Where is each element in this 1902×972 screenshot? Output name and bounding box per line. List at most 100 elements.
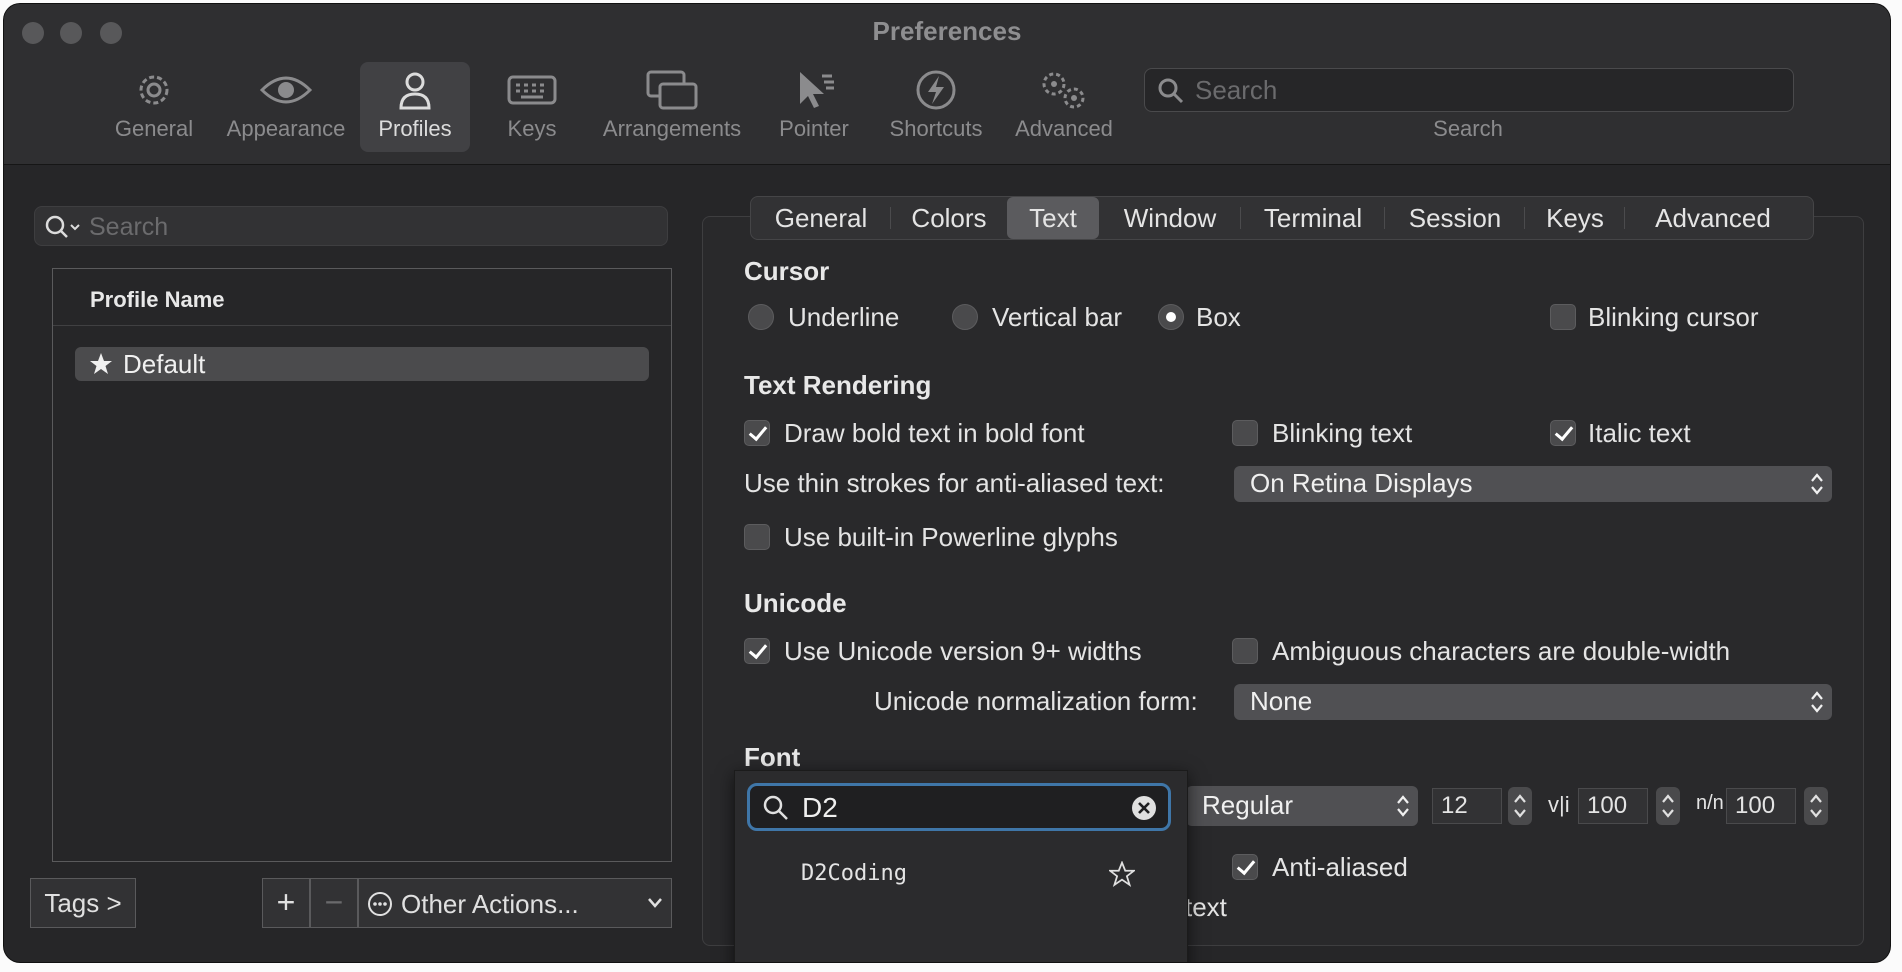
add-profile-button[interactable]: + <box>262 878 310 928</box>
anti-aliased-label: Anti-aliased <box>1272 852 1408 882</box>
horizontal-spacing-field[interactable]: 100 <box>1578 788 1648 824</box>
ellipsis-circle-icon <box>368 892 392 916</box>
profile-row-label: Default <box>123 349 206 379</box>
horizontal-spacing-stepper[interactable] <box>1656 787 1680 825</box>
unicode-v9-checkbox[interactable] <box>744 638 770 664</box>
clear-icon[interactable] <box>1130 794 1158 822</box>
profile-name-column-header: Profile Name <box>90 287 225 312</box>
italic-text-label: Italic text <box>1588 418 1691 448</box>
ambiguous-width-checkbox[interactable] <box>1232 638 1258 664</box>
stepper-arrows-icon <box>1514 794 1526 818</box>
lightning-icon <box>876 70 996 110</box>
cursor-underline-radio[interactable] <box>748 304 774 330</box>
toolbar-advanced-label: Advanced <box>1015 116 1113 141</box>
toolbar: Preferences General Appearance Profiles … <box>4 4 1890 165</box>
font-size-stepper[interactable] <box>1508 787 1532 825</box>
toolbar-pointer[interactable]: Pointer <box>766 62 862 152</box>
keyboard-icon <box>484 70 580 110</box>
vertical-spacing-field[interactable]: 100 <box>1726 788 1796 824</box>
toolbar-search-field[interactable] <box>1144 68 1794 112</box>
cursor-vertical-bar-radio[interactable] <box>952 304 978 330</box>
cursor-vertical-bar-label: Vertical bar <box>992 302 1123 332</box>
other-actions-dropdown[interactable]: Other Actions... <box>358 878 672 928</box>
unicode-v9-label: Use Unicode version 9+ widths <box>784 636 1142 666</box>
person-icon <box>360 70 470 110</box>
powerline-checkbox[interactable] <box>744 524 770 550</box>
pointer-icon <box>766 70 862 110</box>
toolbar-pointer-label: Pointer <box>779 116 849 141</box>
toolbar-search-input[interactable] <box>1193 69 1777 111</box>
toolbar-general-label: General <box>114 116 194 141</box>
remove-profile-button[interactable]: − <box>310 878 358 928</box>
preferences-window: Preferences General Appearance Profiles … <box>4 4 1890 962</box>
unicode-heading: Unicode <box>744 588 847 618</box>
stepper-arrows-icon <box>1662 794 1674 818</box>
font-search-input[interactable] <box>800 790 1104 826</box>
toolbar-search-caption: Search <box>1433 116 1503 141</box>
toolbar-appearance-label: Appearance <box>226 116 346 141</box>
profile-list-header[interactable]: Profile Name <box>53 269 671 326</box>
italic-text-checkbox[interactable] <box>1550 420 1576 446</box>
up-down-chevron-icon <box>1397 795 1409 817</box>
profile-tabs: General Colors Text Window Terminal Sess… <box>750 196 1814 240</box>
tab-colors[interactable]: Colors <box>891 197 1007 239</box>
tags-button[interactable]: Tags > <box>30 878 136 928</box>
tab-session[interactable]: Session <box>1385 197 1525 239</box>
cursor-underline-label: Underline <box>788 302 900 332</box>
up-down-chevron-icon <box>1811 473 1823 495</box>
profile-row-default[interactable]: Default <box>75 347 649 381</box>
profile-search-input[interactable] <box>87 207 651 247</box>
toolbar-profiles[interactable]: Profiles <box>360 62 470 152</box>
font-heading: Font <box>744 742 801 772</box>
tab-general[interactable]: General <box>751 197 891 239</box>
blinking-cursor-label: Blinking cursor <box>1588 302 1759 332</box>
tab-advanced[interactable]: Advanced <box>1625 197 1801 239</box>
vertical-spacing-stepper[interactable] <box>1804 787 1828 825</box>
toolbar-appearance[interactable]: Appearance <box>218 62 354 152</box>
font-weight-value: Regular <box>1202 790 1294 820</box>
window-title: Preferences <box>872 16 1022 46</box>
toolbar-shortcuts[interactable]: Shortcuts <box>876 62 996 152</box>
text-rendering-heading: Text Rendering <box>744 370 932 400</box>
profile-list: Profile Name Default <box>52 268 672 862</box>
toolbar-arrangements[interactable]: Arrangements <box>592 62 752 152</box>
font-weight-select[interactable]: Regular <box>1186 786 1418 826</box>
windows-icon <box>592 70 752 110</box>
tab-window[interactable]: Window <box>1099 197 1241 239</box>
eye-icon <box>218 70 354 110</box>
thin-strokes-select[interactable]: On Retina Displays <box>1234 466 1832 502</box>
thin-strokes-value: On Retina Displays <box>1250 468 1473 498</box>
font-size-field[interactable]: 12 <box>1432 788 1502 824</box>
tab-terminal[interactable]: Terminal <box>1241 197 1385 239</box>
blinking-cursor-checkbox[interactable] <box>1550 304 1576 330</box>
cursor-heading: Cursor <box>744 256 830 286</box>
font-picker-popup: D2Coding <box>734 770 1188 962</box>
star-outline-icon[interactable] <box>1109 861 1135 887</box>
bold-font-checkbox[interactable] <box>744 420 770 446</box>
stepper-arrows-icon <box>1810 794 1822 818</box>
cursor-box-radio[interactable] <box>1158 304 1184 330</box>
powerline-label: Use built-in Powerline glyphs <box>784 522 1118 552</box>
tab-text[interactable]: Text <box>1007 197 1099 239</box>
ambiguous-width-label: Ambiguous characters are double-width <box>1272 636 1731 666</box>
toolbar-keys[interactable]: Keys <box>484 62 580 152</box>
font-result-d2coding[interactable]: D2Coding <box>801 861 907 886</box>
normalization-select[interactable]: None <box>1234 684 1832 720</box>
cursor-box-label: Box <box>1196 302 1241 332</box>
blinking-text-checkbox[interactable] <box>1232 420 1258 446</box>
star-icon <box>90 353 112 374</box>
gears-icon <box>1006 70 1122 110</box>
toolbar-general[interactable]: General <box>104 62 204 152</box>
tab-keys[interactable]: Keys <box>1525 197 1625 239</box>
profile-search-field[interactable] <box>34 206 668 247</box>
other-actions-label: Other Actions... <box>401 889 579 919</box>
toolbar-advanced[interactable]: Advanced <box>1006 62 1122 152</box>
blinking-text-label: Blinking text <box>1272 418 1413 448</box>
normalization-label: Unicode normalization form: <box>874 686 1198 716</box>
search-icon <box>763 795 788 820</box>
toolbar-profiles-label: Profiles <box>378 116 452 141</box>
thin-strokes-label: Use thin strokes for anti-aliased text: <box>744 468 1165 498</box>
anti-aliased-checkbox[interactable] <box>1232 854 1258 880</box>
font-search-field[interactable] <box>747 783 1171 831</box>
toolbar-shortcuts-label: Shortcuts <box>889 116 983 141</box>
